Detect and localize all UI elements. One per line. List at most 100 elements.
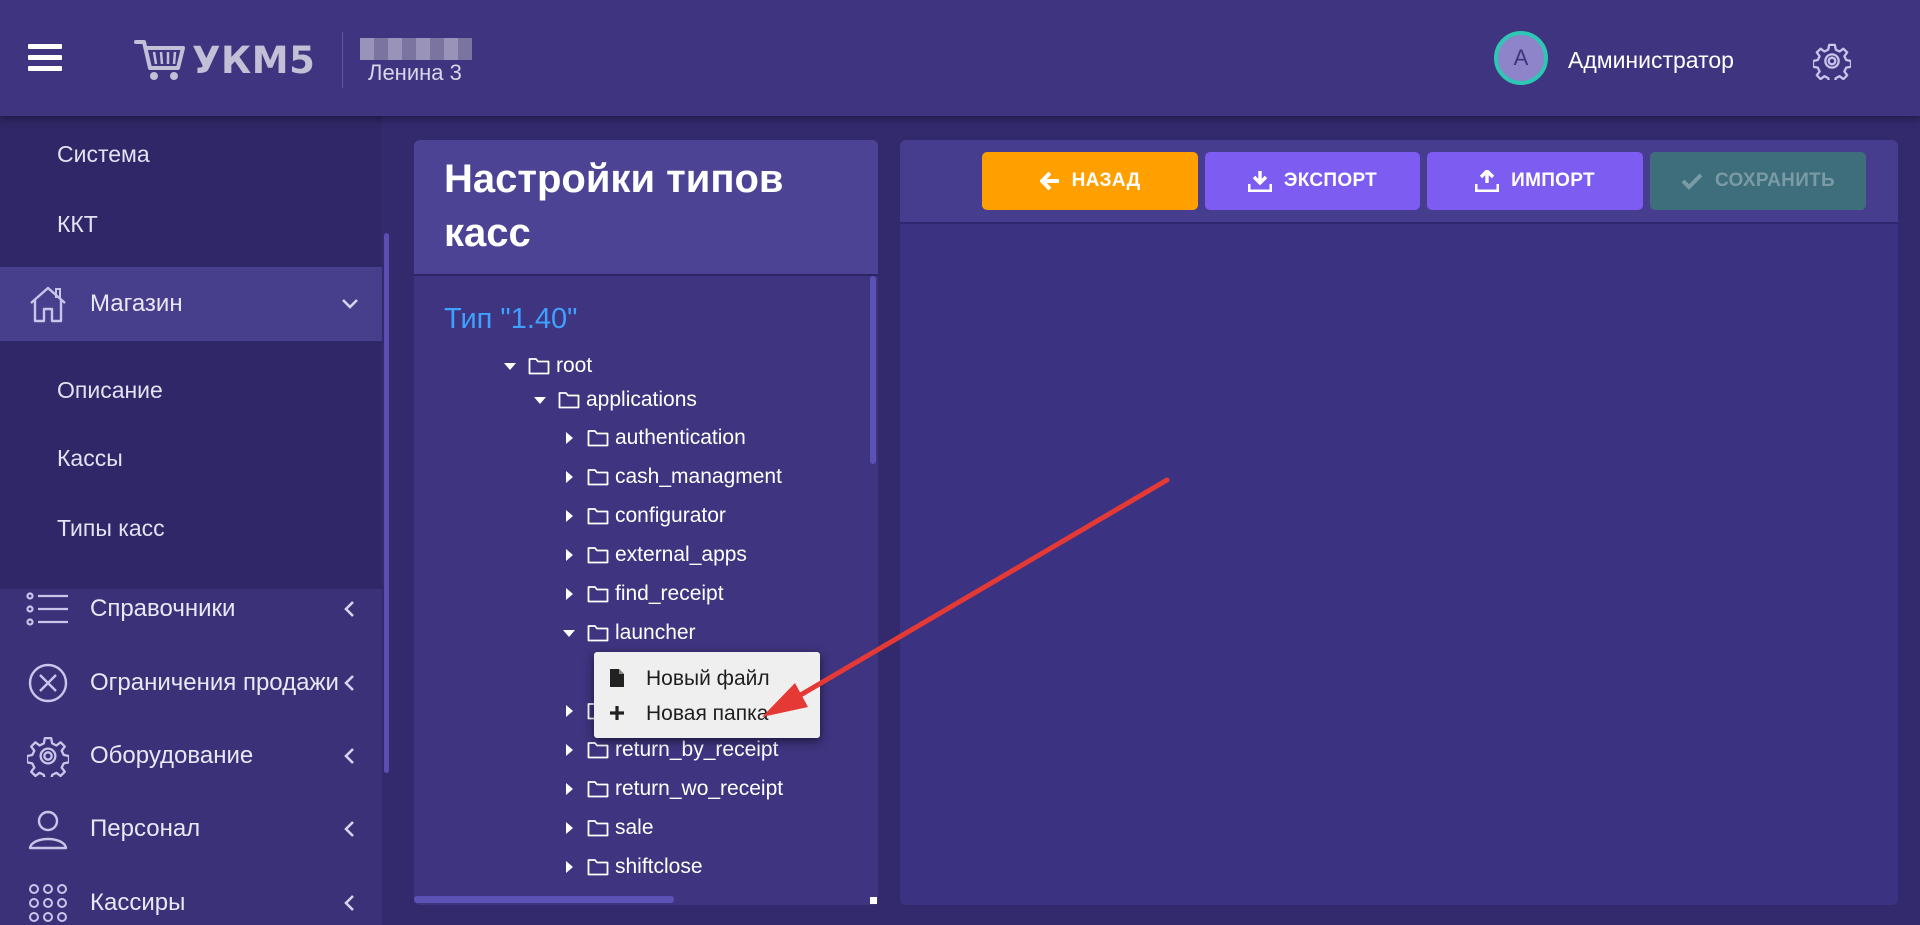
plus-icon	[610, 706, 624, 720]
divider	[414, 274, 878, 276]
sidebar-item-sale-restrictions[interactable]: Ограничения продажи	[0, 648, 382, 718]
menu-item-new-folder[interactable]: Новая папка	[594, 696, 820, 730]
sidebar-scrollbar[interactable]	[384, 233, 389, 773]
sidebar-item-register-types[interactable]: Типы касс	[57, 515, 165, 542]
store-org-blurred	[360, 38, 472, 60]
sidebar-directories-label: Справочники	[90, 595, 236, 622]
sidebar-item-store[interactable]: Магазин	[0, 267, 382, 341]
caret-right-icon[interactable]	[561, 742, 577, 758]
top-header: УКМ5 Ленина 3 А Администратор	[0, 0, 1920, 116]
export-button[interactable]: ЭКСПОРТ	[1205, 152, 1420, 210]
folder-icon	[587, 742, 609, 759]
tree-node-label: sale	[615, 816, 654, 839]
tree-node[interactable]: return_by_receipt	[561, 735, 878, 765]
tree-node-label: return_by_receipt	[615, 738, 779, 761]
sidebar-item-equipment[interactable]: Оборудование	[0, 721, 382, 791]
folder-icon	[587, 781, 609, 798]
page-title: Настройки типов касс	[444, 157, 784, 255]
folder-icon	[587, 547, 609, 564]
sidebar-store-submenu: Описание Кассы Типы касс	[0, 341, 382, 589]
caret-down-icon[interactable]	[561, 625, 577, 641]
folder-icon	[587, 820, 609, 837]
editor-area[interactable]	[900, 224, 1898, 905]
chevron-left-icon	[344, 748, 354, 764]
chevron-left-icon	[344, 895, 354, 911]
caret-right-icon[interactable]	[561, 508, 577, 524]
menu-item-label: Новый файл	[646, 667, 770, 690]
cancel-circle-icon	[26, 661, 70, 705]
tree-node-label: find_receipt	[615, 582, 724, 605]
folder-icon	[587, 430, 609, 447]
chevron-down-icon	[342, 299, 358, 309]
tree-node[interactable]: launcher	[561, 618, 878, 648]
folder-icon	[558, 392, 580, 409]
back-button[interactable]: НАЗАД	[982, 152, 1198, 210]
logo-text: УКМ5	[192, 38, 316, 82]
header-divider	[342, 32, 343, 88]
username[interactable]: Администратор	[1568, 47, 1734, 74]
caret-right-icon[interactable]	[561, 820, 577, 836]
sidebar-item-registers[interactable]: Кассы	[57, 445, 123, 472]
caret-right-icon[interactable]	[561, 430, 577, 446]
register-type-label: Тип "1.40"	[444, 303, 578, 335]
menu-item-new-file[interactable]: Новый файл	[594, 661, 820, 695]
house-icon	[26, 282, 70, 326]
avatar[interactable]: А	[1494, 31, 1548, 85]
caret-right-icon[interactable]	[561, 781, 577, 797]
grid-dots-icon	[26, 881, 70, 925]
check-icon	[1681, 173, 1703, 190]
menu-item-label: Новая папка	[646, 702, 769, 725]
caret-right-icon[interactable]	[561, 859, 577, 875]
gear-icon	[26, 734, 70, 778]
tree-vertical-scrollbar[interactable]	[870, 276, 876, 464]
sidebar-item-system[interactable]: Система	[57, 141, 150, 168]
sidebar-cashiers-label: Кассиры	[90, 889, 186, 916]
sidebar-equipment-label: Оборудование	[90, 742, 254, 769]
sidebar-item-staff[interactable]: Персонал	[0, 794, 382, 864]
folder-icon	[587, 469, 609, 486]
hamburger-icon[interactable]	[28, 44, 62, 72]
sidebar-item-cashiers[interactable]: Кассиры	[0, 868, 382, 925]
tree-node[interactable]: find_receipt	[561, 579, 878, 609]
caret-down-icon[interactable]	[502, 358, 518, 374]
tree-node[interactable]: external_apps	[561, 540, 878, 570]
import-button[interactable]: ИМПОРТ	[1427, 152, 1643, 210]
sidebar-item-directories[interactable]: Справочники	[0, 574, 382, 644]
folder-icon	[587, 586, 609, 603]
tree-node[interactable]: authentication	[561, 423, 878, 453]
caret-right-icon[interactable]	[561, 547, 577, 563]
tree-node[interactable]: return_wo_receipt	[561, 774, 878, 804]
user-icon	[26, 807, 70, 851]
save-button-label: СОХРАНИТЬ	[1714, 170, 1836, 191]
sidebar-item-description[interactable]: Описание	[57, 377, 163, 404]
sidebar-store-label: Магазин	[90, 290, 183, 317]
cart-icon	[134, 40, 185, 80]
tree-node-label: root	[556, 354, 593, 377]
list-icon	[26, 587, 70, 631]
caret-down-icon[interactable]	[532, 392, 548, 408]
sidebar-staff-label: Персонал	[90, 815, 201, 842]
tree-node-label: launcher	[615, 621, 696, 644]
app-logo[interactable]: УКМ5	[134, 36, 315, 84]
tree-node[interactable]: cash_managment	[561, 462, 878, 492]
save-button[interactable]: СОХРАНИТЬ	[1650, 152, 1866, 210]
arrow-left-icon	[1039, 171, 1059, 191]
tree-node[interactable]: applications	[532, 385, 878, 415]
sidebar-system-submenu: Система ККТ	[0, 116, 382, 267]
caret-right-icon[interactable]	[561, 703, 577, 719]
settings-gear-icon[interactable]	[1813, 42, 1851, 80]
caret-right-icon[interactable]	[561, 586, 577, 602]
tree-node[interactable]: configurator	[561, 501, 878, 531]
sidebar-item-kkt[interactable]: ККТ	[57, 211, 98, 238]
export-button-label: ЭКСПОРТ	[1283, 170, 1378, 191]
tree-horizontal-scrollbar[interactable]	[414, 896, 674, 903]
store-name[interactable]: Ленина 3	[368, 60, 462, 86]
tree-node[interactable]: sale	[561, 813, 878, 843]
tree-node-label: configurator	[615, 504, 726, 527]
sidebar-sale-restrictions-label: Ограничения продажи	[90, 669, 339, 696]
tree-node[interactable]: shiftclose	[561, 852, 878, 882]
context-menu: Новый файл Новая папка	[594, 652, 820, 738]
tree-node[interactable]: root	[502, 351, 862, 381]
caret-right-icon[interactable]	[561, 469, 577, 485]
import-button-label: ИМПОРТ	[1511, 170, 1595, 191]
